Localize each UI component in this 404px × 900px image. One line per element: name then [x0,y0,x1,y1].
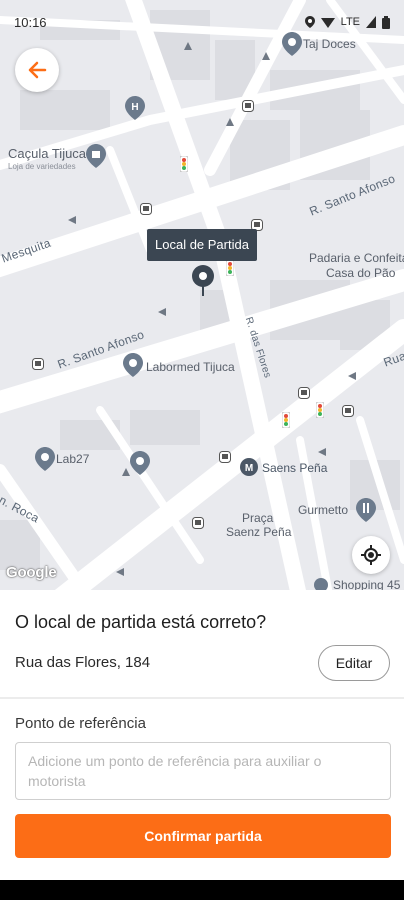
place-sublabel: Loja de variedades [8,162,76,171]
battery-icon [382,15,390,29]
location-icon [304,16,315,28]
traffic-light-icon [316,402,324,418]
svg-text:M: M [245,463,253,474]
back-button[interactable] [15,48,59,92]
status-icons: LTE [304,15,390,29]
svg-text:H: H [131,102,138,113]
place-label: Praça [242,511,274,525]
divider [0,697,404,699]
traffic-light-icon [226,260,234,276]
bus-stop-icon [242,100,254,112]
map-view[interactable]: Mesquita R. Santo Afonso R. Santo Afonso… [0,0,404,590]
google-logo: Google [6,564,57,581]
my-location-button[interactable] [352,536,390,574]
place-label: Saens Peña [262,461,328,475]
reference-input[interactable] [15,742,391,800]
place-label: Gurmetto [298,503,349,517]
place-label: Shopping 45 [333,578,401,590]
place-label: Caçula Tijuca [8,146,87,161]
pickup-pin-icon[interactable] [191,264,215,296]
bus-stop-icon [219,451,231,463]
place-label: Saenz Peña [226,525,292,539]
network-type: LTE [340,16,360,28]
confirm-pickup-title: O local de partida está correto? [15,612,267,632]
place-label: Labormed Tijuca [146,360,235,374]
shop-icon [86,144,106,168]
bus-stop-icon [192,517,204,529]
traffic-light-icon [180,156,188,172]
shopping-icon [314,578,328,590]
restaurant-icon [356,498,376,522]
place-label: Lab27 [56,452,90,466]
hospital-icon: H [125,96,145,120]
traffic-light-icon [282,412,290,428]
pickup-tooltip: Local de Partida [147,229,257,261]
status-time: 10:16 [14,14,47,30]
place-marker-icon [130,451,150,475]
edit-button[interactable]: Editar [318,645,390,681]
bus-stop-icon [140,203,152,215]
confirm-pickup-button[interactable]: Confirmar partida [15,814,391,858]
bus-stop-icon [32,358,44,370]
metro-icon: M [240,458,258,476]
reference-label: Ponto de referência [15,715,146,732]
place-label: Padaria e Confeitaria [309,251,404,265]
navigation-bar [0,880,404,900]
bus-stop-icon [342,405,354,417]
signal-icon [366,16,376,28]
medical-lab-icon [123,353,143,377]
wifi-icon [320,18,335,28]
place-label: Casa do Pão [326,266,396,280]
arrow-left-icon [28,61,47,79]
status-bar: 10:16 LTE [0,0,404,44]
bus-stop-icon [298,387,310,399]
crosshair-icon [361,545,381,565]
medical-lab-icon [35,447,55,471]
pickup-address: Rua das Flores, 184 [15,654,151,671]
